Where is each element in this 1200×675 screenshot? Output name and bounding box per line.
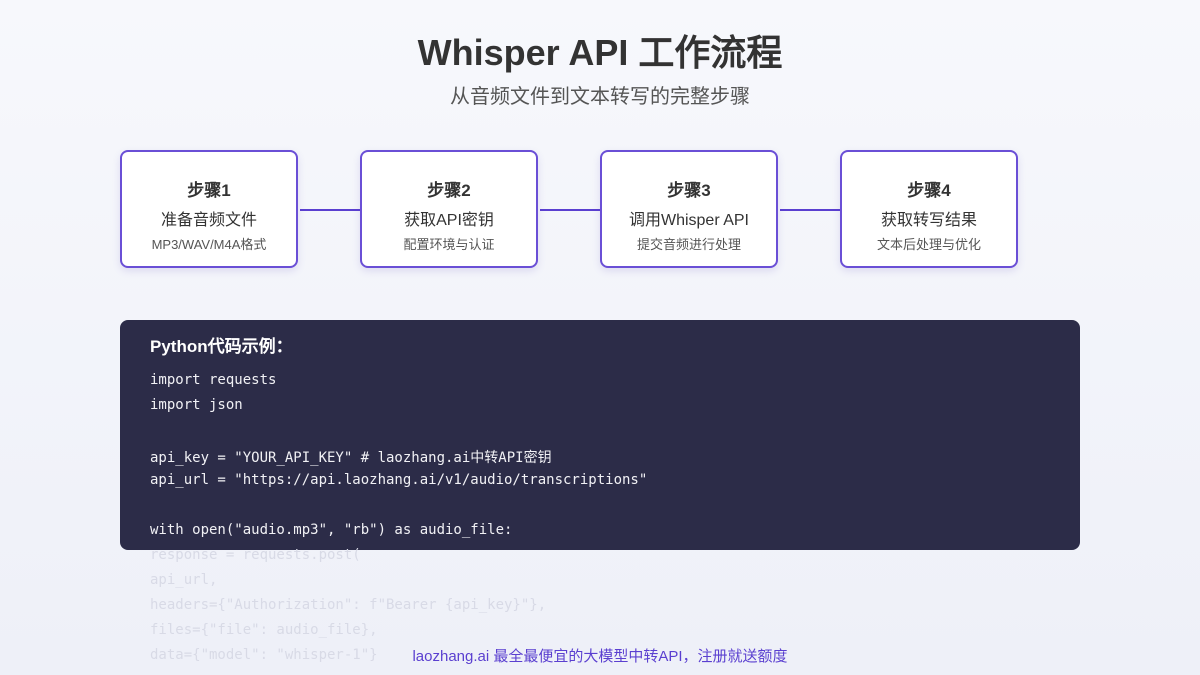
code-line: with open("audio.mp3", "rb") as audio_fi… xyxy=(150,522,513,538)
code-panel-title: Python代码示例： xyxy=(150,337,293,356)
step-label: 调用Whisper API xyxy=(628,212,750,229)
step-card-1: 步骤1 准备音频文件 MP3/WAV/M4A格式 xyxy=(120,150,298,268)
step-title: 步骤3 xyxy=(667,181,711,200)
page-subtitle: 从音频文件到文本转写的完整步骤 xyxy=(450,86,750,108)
step-label: 获取转写结果 xyxy=(880,212,977,229)
code-line: import json xyxy=(150,397,243,413)
step-label: 获取API密钥 xyxy=(404,212,494,229)
step-title: 步骤1 xyxy=(187,181,231,200)
step-description: MP3/WAV/M4A格式 xyxy=(151,237,267,252)
page-title: Whisper API 工作流程 xyxy=(417,32,783,73)
code-line: api_key = "YOUR_API_KEY" # laozhang.ai中转… xyxy=(150,450,552,466)
step-title: 步骤2 xyxy=(427,181,471,200)
step-card-2: 步骤2 获取API密钥 配置环境与认证 xyxy=(360,150,538,268)
code-example-panel: Python代码示例： import requests import json … xyxy=(120,320,1080,550)
step-description: 配置环境与认证 xyxy=(403,237,495,252)
step-description: 提交音频进行处理 xyxy=(636,237,741,252)
code-overflow-line: response = requests.post( xyxy=(150,547,361,563)
step-title: 步骤4 xyxy=(907,181,951,200)
step-label: 准备音频文件 xyxy=(160,212,257,229)
code-line: import requests xyxy=(150,372,277,388)
code-overflow-line: api_url, xyxy=(150,572,218,588)
step-description: 文本后处理与优化 xyxy=(876,237,981,252)
code-overflow-line: headers={"Authorization": f"Bearer {api_… xyxy=(150,597,547,613)
code-overflow-line: files={"file": audio_file}, xyxy=(150,622,378,638)
step-card-4: 步骤4 获取转写结果 文本后处理与优化 xyxy=(840,150,1018,268)
footer-promo-text: laozhang.ai 最全最便宜的大模型中转API，注册就送额度 xyxy=(412,648,788,665)
code-line: api_url = "https://api.laozhang.ai/v1/au… xyxy=(150,472,648,488)
step-card-3: 步骤3 调用Whisper API 提交音频进行处理 xyxy=(600,150,778,268)
